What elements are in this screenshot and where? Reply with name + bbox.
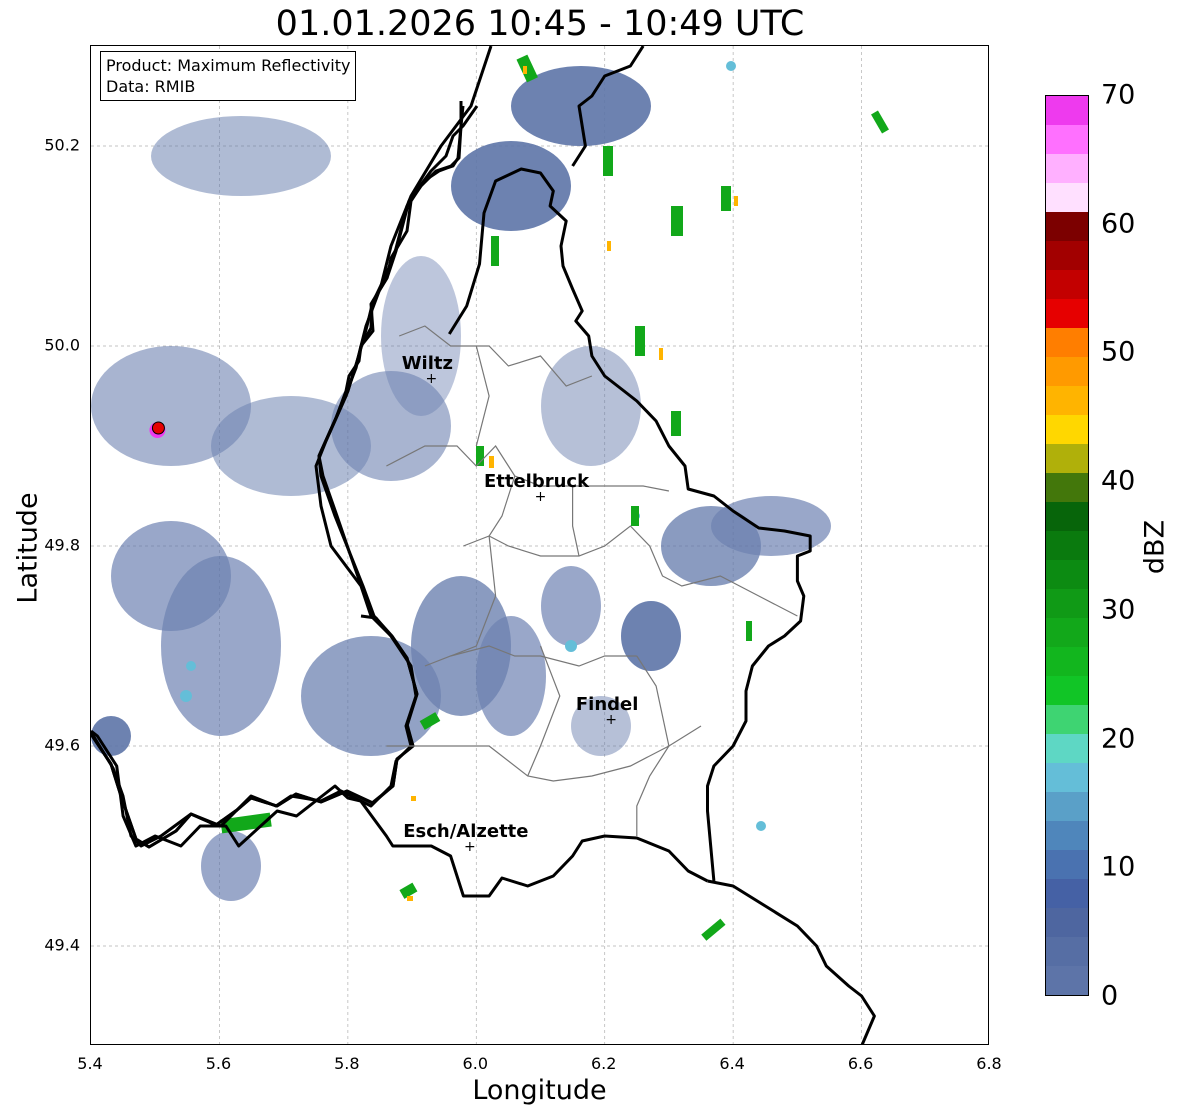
colorbar-tick-label: 60 <box>1101 208 1136 240</box>
y-axis-label: Latitude <box>12 492 44 604</box>
x-tick-label: 6.2 <box>590 1054 617 1073</box>
colorbar-segment <box>1046 299 1088 328</box>
colorbar-segment <box>1046 270 1088 299</box>
colorbar-segment <box>1046 676 1088 705</box>
product-info-box: Product: Maximum Reflectivity Data: RMIB <box>100 51 357 101</box>
colorbar-segment <box>1046 966 1088 995</box>
colorbar-tick-label: 40 <box>1101 465 1136 497</box>
colorbar-segment <box>1046 618 1088 647</box>
colorbar-tick-label: 50 <box>1101 336 1136 368</box>
colorbar-segment <box>1046 386 1088 415</box>
canton-boundary <box>386 725 702 782</box>
colorbar-tick-label: 10 <box>1101 851 1136 883</box>
radar-site-marker <box>149 421 166 438</box>
colorbar-segment <box>1046 734 1088 763</box>
source-line: Data: RMIB <box>106 77 196 96</box>
colorbar-segment <box>1046 241 1088 270</box>
colorbar-segment <box>1046 357 1088 386</box>
colorbar-segment <box>1046 444 1088 473</box>
x-tick-label: 5.8 <box>334 1054 360 1073</box>
map-title: 01.01.2026 10:45 - 10:49 UTC <box>275 4 805 44</box>
colorbar-segment <box>1046 908 1088 937</box>
canton-boundary <box>572 486 580 557</box>
city-label: Wiltz <box>402 353 453 374</box>
colorbar-segment <box>1046 792 1088 821</box>
colorbar-tick-label: 70 <box>1101 79 1136 111</box>
colorbar <box>1045 95 1089 996</box>
colorbar-segment <box>1046 212 1088 241</box>
colorbar-segment <box>1046 879 1088 908</box>
lu-south-border <box>359 800 709 898</box>
x-tick-label: 6.0 <box>462 1054 489 1073</box>
colorbar-segment <box>1046 96 1088 125</box>
colorbar-tick-label: 0 <box>1101 980 1119 1012</box>
x-tick-label: 5.6 <box>205 1054 232 1073</box>
product-line: Product: Maximum Reflectivity <box>106 56 351 75</box>
city-label: Ettelbruck <box>484 471 590 492</box>
colorbar-segment <box>1046 473 1088 502</box>
colorbar-segment <box>1046 937 1088 966</box>
city-label: Findel <box>576 694 639 715</box>
colorbar-tick-label: 30 <box>1101 594 1136 626</box>
colorbar-label: dBZ <box>1139 519 1171 575</box>
reflectivity-echoes <box>91 54 889 941</box>
lu-north-top <box>459 105 465 127</box>
colorbar-tick-label: 20 <box>1101 723 1136 755</box>
map-canvas: +Wiltz+Ettelbruck+Findel+Esch/Alzette <box>91 46 988 1044</box>
y-tick-label: 50.2 <box>44 135 80 155</box>
colorbar-segment <box>1046 821 1088 850</box>
colorbar-segment <box>1046 589 1088 618</box>
y-tick-label: 49.8 <box>44 535 80 555</box>
lu-east-border <box>448 167 812 882</box>
colorbar-segment <box>1046 328 1088 357</box>
radar-site-dot <box>151 421 165 435</box>
colorbar-segment <box>1046 502 1088 531</box>
x-tick-label: 6.8 <box>976 1054 1002 1073</box>
x-axis-label: Longitude <box>472 1075 607 1106</box>
colorbar-segment <box>1046 183 1088 212</box>
colorbar-segment <box>1046 850 1088 879</box>
y-tick-label: 50.0 <box>44 335 80 355</box>
radar-map[interactable]: + Wiltz + Ettelbruck + Findel + Esch/Alzette <box>90 45 989 1045</box>
canton-boundary <box>475 345 490 447</box>
y-tick-label: 49.6 <box>44 735 80 755</box>
x-tick-label: 6.6 <box>847 1054 874 1073</box>
city-label: Esch/Alzette <box>403 821 528 842</box>
x-tick-label: 5.4 <box>77 1054 103 1073</box>
colorbar-segment <box>1046 647 1088 676</box>
x-tick-label: 6.4 <box>719 1054 745 1073</box>
colorbar-segment <box>1046 705 1088 734</box>
y-tick-label: 49.4 <box>44 935 80 955</box>
colorbar-segment <box>1046 154 1088 183</box>
colorbar-segment <box>1046 531 1088 560</box>
colorbar-segment <box>1046 560 1088 589</box>
colorbar-segment <box>1046 125 1088 154</box>
canton-boundary <box>636 655 670 836</box>
fr-de-border <box>707 879 876 1044</box>
colorbar-segment <box>1046 415 1088 444</box>
colorbar-segment <box>1046 763 1088 792</box>
